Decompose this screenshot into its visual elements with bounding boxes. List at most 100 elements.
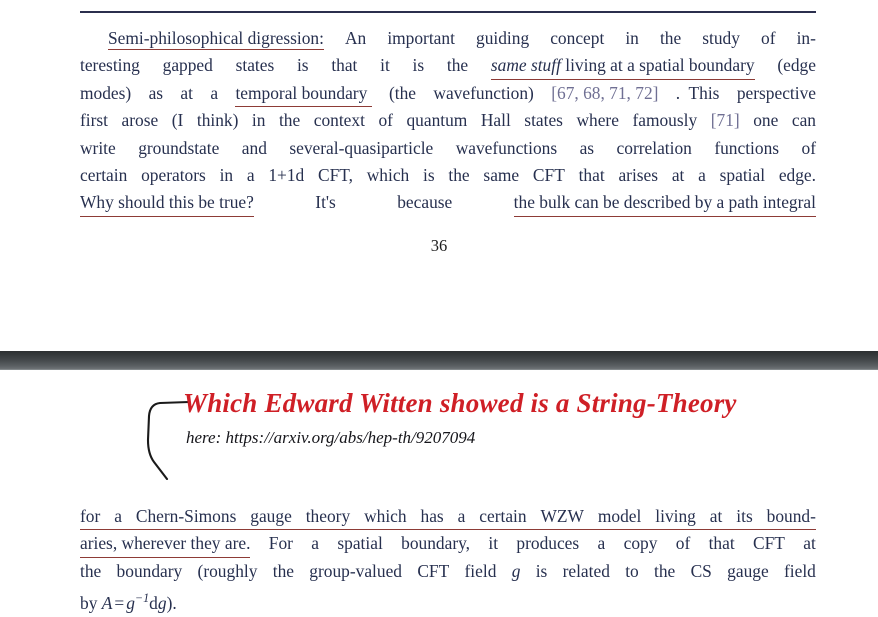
text-run: at <box>671 164 685 185</box>
text-run: certain <box>479 506 527 526</box>
phrase-living-at-a-spatial-boundary: living at a spatial boundary <box>560 55 755 76</box>
text-run: states <box>524 110 563 131</box>
text-run: WZW <box>540 506 584 526</box>
text-run: the <box>278 110 301 131</box>
text-run: of <box>378 110 393 131</box>
text-run: Hall <box>480 110 511 131</box>
text-run: spatial <box>719 164 766 185</box>
text-line: Semi-philosophical digression: An importan… <box>80 25 816 52</box>
text-run: produces <box>516 533 580 554</box>
text-run: wavefunction) <box>433 82 534 103</box>
text-run: that <box>578 164 605 185</box>
text-run: because <box>397 192 453 213</box>
text-run: theory <box>305 506 351 526</box>
text-run: CFT <box>417 560 450 581</box>
math-var-g2: g <box>157 592 167 613</box>
text-run: gauge <box>250 506 292 526</box>
text-line: for a Chern-Simons gauge theory which has a cert… <box>80 503 816 531</box>
text-line: write groundstate and several-quasiparticle… <box>80 135 816 162</box>
text-line: Why should this be true? It's because the b… <box>80 189 816 217</box>
text-run: which <box>364 506 407 526</box>
text-run: think) <box>196 110 239 131</box>
text-run: first <box>80 110 109 131</box>
text-run: 1+1d <box>268 164 305 185</box>
pdf-page-37: Which Edward Witten showed is a String-T… <box>0 370 878 614</box>
text-run: the <box>654 560 676 581</box>
text-run: is <box>535 560 548 581</box>
text-run: modes) <box>80 82 132 103</box>
text-run: . This <box>675 82 720 103</box>
text-run: wavefunctions <box>455 137 558 158</box>
text-line: modes) as at a temporal boundary (the wavefun… <box>80 80 816 108</box>
text-run: as <box>148 82 164 103</box>
text-run: boundary <box>116 560 183 581</box>
phrase-temporal-boundary: temporal boundary <box>235 80 372 108</box>
text-run: Chern-Simons <box>135 506 237 526</box>
text-run: quantum <box>406 110 468 131</box>
text-run: CFT <box>753 533 785 554</box>
math-var-A: A <box>101 592 113 613</box>
citation-ref-71[interactable]: [71] <box>711 107 740 134</box>
text-run: (roughly <box>197 560 258 581</box>
text-run: CS <box>690 560 712 581</box>
text-run: certain <box>80 164 128 185</box>
page-number: 36 <box>430 236 448 255</box>
text-run: of <box>675 533 691 554</box>
phrase-same-stuff-spatial-boundary: same stuff living at a spatial boundary <box>490 52 755 80</box>
annotation-headline: Which Edward Witten showed is a String-T… <box>183 388 737 418</box>
paragraph-chern-simons: for a Chern-Simons gauge theory which has a cert… <box>80 503 816 613</box>
text-line: first arose (I think) in the context of quantum H… <box>80 107 816 134</box>
phrase-bulk-path-integral: the bulk can be described by a path inte… <box>513 189 816 217</box>
math-exponent: −1 <box>134 591 150 606</box>
text-run: at <box>803 533 816 554</box>
text-run: in <box>625 28 639 48</box>
text-run: teresting <box>80 55 140 76</box>
text-run: a <box>597 533 606 554</box>
text-run: model <box>597 506 642 526</box>
page-separator-bar <box>0 351 878 370</box>
annotation-url-note[interactable]: here: https://arxiv.org/abs/hep-th/92070… <box>186 428 475 448</box>
text-run: the <box>448 164 470 185</box>
text-run: related <box>562 560 610 581</box>
text-run: can <box>791 110 816 131</box>
text-run: It's <box>315 192 336 213</box>
math-differential-d: d <box>149 592 158 613</box>
text-run: to <box>625 560 639 581</box>
text-run: famously <box>632 110 698 131</box>
text-run: edge. <box>778 164 816 185</box>
text-run: of <box>801 137 817 158</box>
text-run: copy <box>623 533 658 554</box>
text-run: (I <box>171 110 184 131</box>
text-run: CFT <box>532 164 565 185</box>
text-run: at <box>180 82 193 103</box>
text-run: important <box>387 28 455 48</box>
horizontal-rule <box>80 11 816 13</box>
text-run: arose <box>121 110 159 131</box>
text-run-close-paren: ). <box>166 592 177 613</box>
text-run: groundstate <box>138 137 220 158</box>
text-run: group-valued <box>309 560 403 581</box>
text-run: boundary, <box>401 533 471 554</box>
math-symbol-g: g <box>511 560 521 581</box>
phrase-aries-wherever-they-are: aries, wherever they are. <box>80 530 251 558</box>
text-run: (edge <box>777 55 816 76</box>
emphasis-same-stuff: same stuff <box>490 55 561 76</box>
text-run: that <box>331 55 358 76</box>
text-run: the <box>659 28 682 48</box>
text-line: aries, wherever they are. For a spatial boun… <box>80 530 816 558</box>
text-run: of <box>761 28 776 48</box>
text-run: is <box>423 164 435 185</box>
text-line: teresting gapped states is that it is the same s… <box>80 52 816 80</box>
text-run: is <box>412 55 425 76</box>
text-run: a <box>698 164 706 185</box>
text-run: functions <box>714 137 780 158</box>
math-expression-A-equals-g-inverse-dg: A = g−1dg <box>101 591 167 613</box>
text-run: operators <box>141 164 206 185</box>
text-run: in <box>251 110 266 131</box>
text-run: as <box>579 137 595 158</box>
text-run: CFT, <box>318 164 353 185</box>
text-run: is <box>296 55 309 76</box>
text-run: several-quasiparticle <box>289 137 434 158</box>
text-run-by: by <box>80 592 102 613</box>
citation-ref-67-68-71-72[interactable]: [67, 68, 71, 72] <box>551 80 658 107</box>
